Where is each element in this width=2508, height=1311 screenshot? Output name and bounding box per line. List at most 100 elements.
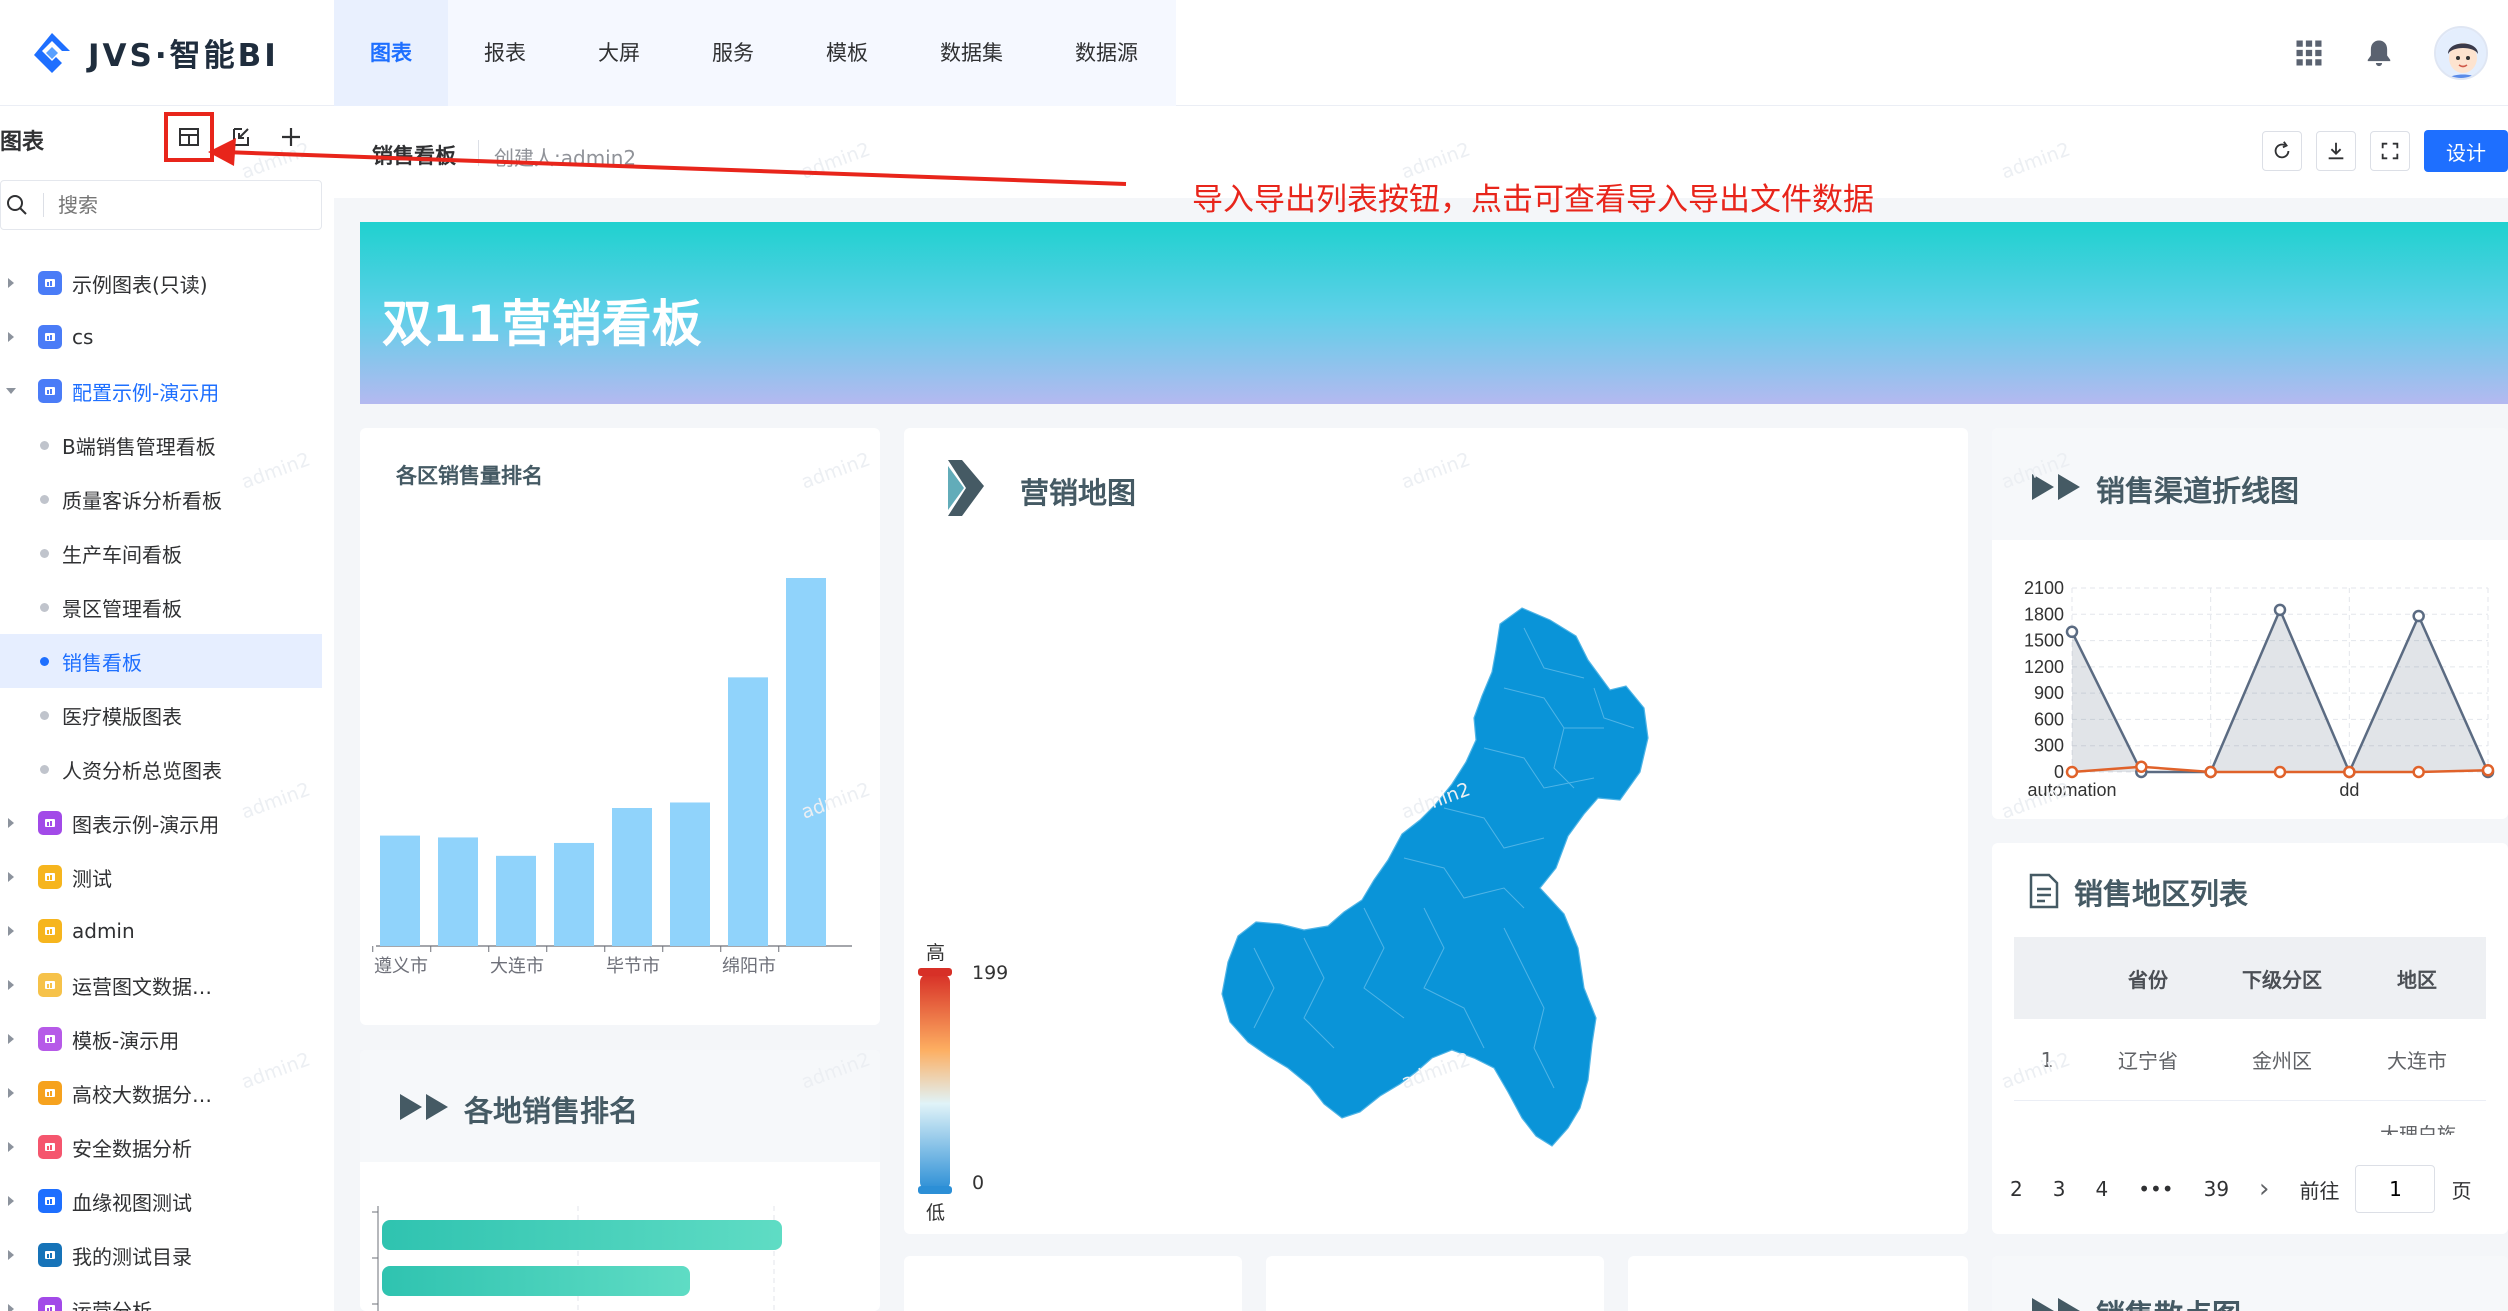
data-point[interactable] (2204, 765, 2217, 779)
download-button[interactable] (2316, 131, 2356, 171)
legend-low-handle[interactable] (918, 1186, 952, 1194)
table-cell: 金州区 (2252, 1049, 2312, 1073)
caret-right-icon[interactable] (8, 1196, 14, 1206)
page-number[interactable]: ••• (2138, 1177, 2173, 1201)
apps-grid-icon[interactable] (2294, 38, 2324, 68)
data-point[interactable] (2273, 765, 2287, 779)
caret-right-icon[interactable] (8, 980, 14, 990)
tree-child-item[interactable]: 质量客诉分析看板 (0, 472, 334, 526)
refresh-button[interactable] (2262, 131, 2302, 171)
nav-tab-2[interactable]: 大屏 (562, 0, 676, 106)
channel-line-chart: 0 300 600 900 1200 1500 1800 2100 automation dd (2024, 578, 2495, 800)
tree-child-item[interactable]: 销售看板 (0, 634, 322, 688)
caret-right-icon[interactable] (8, 1088, 14, 1098)
bar[interactable] (786, 578, 826, 946)
bottom-card-1 (904, 1256, 1242, 1311)
tree-child-item[interactable]: 生产车间看板 (0, 526, 334, 580)
nav-tab-4[interactable]: 模板 (790, 0, 904, 106)
tree-folder-item[interactable]: 图表示例-演示用 (0, 796, 334, 850)
page-number[interactable]: 2 (2010, 1177, 2023, 1201)
tree-folder-item[interactable]: 安全数据分析 (0, 1120, 334, 1174)
plus-icon (282, 128, 300, 146)
y-tick-label: 900 (2034, 683, 2064, 703)
tree-folder-item[interactable]: 运营图文数据… (0, 958, 334, 1012)
folder-icon (38, 1081, 62, 1105)
nav-tab-3[interactable]: 服务 (676, 0, 790, 106)
tree-child-item[interactable]: 医疗模版图表 (0, 688, 334, 742)
design-button[interactable]: 设计 (2424, 130, 2508, 172)
tree-child-item[interactable]: B端销售管理看板 (0, 418, 334, 472)
data-point[interactable] (2135, 760, 2148, 773)
tree-child-item[interactable]: 景区管理看板 (0, 580, 334, 634)
tree-folder-item[interactable]: 配置示例-演示用 (0, 364, 334, 418)
tree-folder-item[interactable]: 我的测试目录 (0, 1228, 334, 1282)
data-point[interactable] (2481, 763, 2495, 777)
caret-right-icon[interactable] (8, 926, 14, 936)
search-input[interactable] (43, 193, 283, 217)
bell-icon[interactable] (2364, 38, 2394, 68)
caret-right-icon[interactable] (8, 1250, 14, 1260)
page-number[interactable]: 39 (2204, 1177, 2229, 1201)
page-number[interactable]: 4 (2095, 1177, 2108, 1201)
import-export-list-button[interactable] (164, 112, 214, 162)
data-point[interactable] (2273, 603, 2287, 617)
creator-label: 创建人:admin2 (494, 146, 637, 170)
caret-right-icon[interactable] (8, 332, 14, 342)
user-avatar[interactable] (2434, 26, 2488, 80)
legend-high-handle[interactable] (918, 968, 952, 976)
tree-folder-item[interactable]: 测试 (0, 850, 334, 904)
map-visual-legend[interactable] (920, 974, 950, 1190)
tree-folder-item[interactable]: 高校大数据分… (0, 1066, 334, 1120)
data-point[interactable] (2412, 609, 2425, 623)
bar[interactable] (496, 855, 536, 946)
goto-page-input[interactable] (2355, 1165, 2436, 1213)
map-region[interactable] (1221, 607, 1649, 1147)
caret-right-icon[interactable] (8, 872, 14, 882)
bar[interactable] (554, 842, 594, 946)
nav-tab-6[interactable]: 数据源 (1039, 0, 1174, 106)
table-row[interactable]: 1 辽宁省 金州区 大连市 (2014, 1019, 2486, 1101)
fullscreen-button[interactable] (2370, 131, 2410, 171)
data-point[interactable] (2065, 765, 2079, 779)
nav-tab-1[interactable]: 报表 (448, 0, 562, 106)
caret-right-icon[interactable] (8, 278, 14, 288)
tree-folder-item[interactable]: 示例图表(只读) (0, 256, 334, 310)
tree-folder-item[interactable]: 模板-演示用 (0, 1012, 334, 1066)
tree-child-item[interactable]: 人资分析总览图表 (0, 742, 334, 796)
x-tick-label: 大连市 (490, 956, 544, 976)
goto-label: 前往 (2299, 1178, 2340, 1203)
tree-folder-item[interactable]: cs (0, 310, 334, 364)
tree-folder-item[interactable]: 血缘视图测试 (0, 1174, 334, 1228)
tree-folder-item[interactable]: 运营分析 (0, 1282, 334, 1311)
data-point[interactable] (2412, 765, 2425, 779)
data-point[interactable] (2065, 625, 2079, 639)
rank-bar[interactable] (382, 1220, 782, 1250)
nav-tab-5[interactable]: 数据集 (904, 0, 1039, 106)
x-tick-label: automation (2027, 780, 2116, 800)
tree-item-label: 高校大数据分… (72, 1082, 212, 1107)
import-button[interactable] (224, 120, 258, 154)
tree-folder-item[interactable]: admin (0, 904, 334, 958)
data-point[interactable] (2343, 765, 2356, 779)
sidebar-search[interactable] (0, 180, 322, 230)
bar[interactable] (728, 677, 768, 946)
caret-right-icon[interactable] (8, 1304, 14, 1311)
caret-down-icon[interactable] (6, 388, 16, 394)
bar[interactable] (380, 835, 420, 946)
dashboard-banner: 双11营销看板 (360, 222, 2508, 404)
page-number[interactable]: 3 (2053, 1177, 2066, 1201)
caret-right-icon[interactable] (8, 1034, 14, 1044)
nav-tab-0[interactable]: 图表 (334, 0, 448, 106)
next-page-icon[interactable]: › (2259, 1174, 2269, 1204)
bar[interactable] (612, 808, 652, 946)
logo-text: JVS·智能BI (88, 38, 279, 74)
add-button[interactable] (274, 120, 308, 154)
logo[interactable]: JVS·智能BI (30, 30, 279, 75)
x-tick-label: 毕节市 (606, 956, 660, 976)
caret-right-icon[interactable] (8, 1142, 14, 1152)
caret-right-icon[interactable] (8, 818, 14, 828)
bar[interactable] (438, 837, 478, 946)
rank-bar[interactable] (382, 1266, 690, 1296)
bar[interactable] (670, 802, 710, 946)
tree-item-label: 模板-演示用 (72, 1028, 180, 1053)
